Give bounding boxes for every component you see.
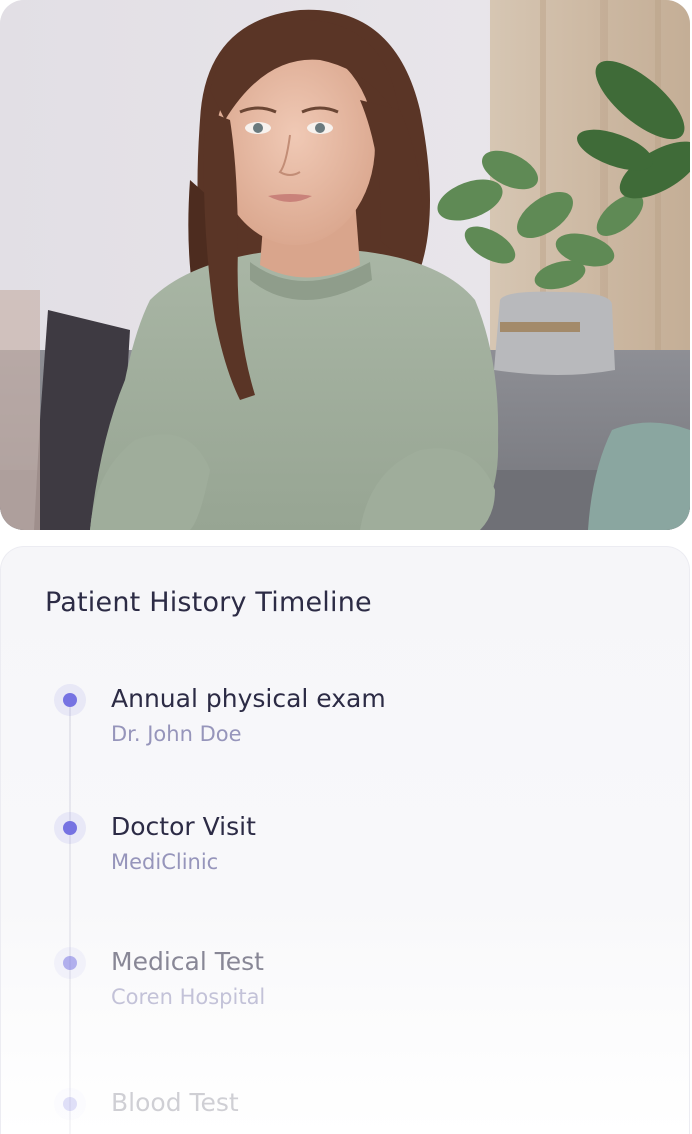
timeline-item-title: Blood Test: [111, 1088, 239, 1117]
timeline-item[interactable]: Blood Test: [1, 1088, 689, 1134]
timeline-item-title: Doctor Visit: [111, 812, 256, 841]
timeline-item-title: Annual physical exam: [111, 684, 386, 713]
patient-history-card: Patient History Timeline Annual physical…: [0, 546, 690, 1134]
timeline-item-subtitle: Coren Hospital: [111, 985, 266, 1009]
timeline-dot-icon: [54, 947, 86, 979]
card-title: Patient History Timeline: [45, 587, 372, 618]
timeline-dot-icon: [54, 812, 86, 844]
timeline-dot-icon: [54, 684, 86, 716]
timeline-item-subtitle: MediClinic: [111, 850, 219, 874]
timeline-item-subtitle: Dr. John Doe: [111, 722, 242, 746]
timeline-line: [69, 699, 71, 1134]
patient-photo: [0, 0, 690, 530]
timeline-item[interactable]: Annual physical exam Dr. John Doe: [1, 684, 689, 754]
patient-photo-illustration: [0, 0, 690, 530]
timeline-item[interactable]: Doctor Visit MediClinic: [1, 812, 689, 882]
timeline-item-title: Medical Test: [111, 947, 264, 976]
timeline-item[interactable]: Medical Test Coren Hospital: [1, 947, 689, 1017]
timeline-dot-icon: [54, 1088, 86, 1120]
